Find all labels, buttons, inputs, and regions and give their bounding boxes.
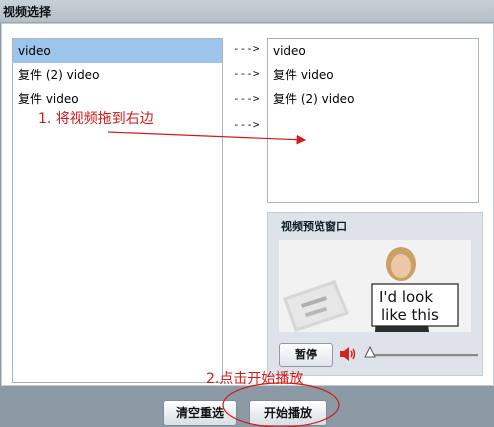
available-video-list[interactable]: video 复件 (2) video 复件 video (12, 38, 223, 383)
arrow-text: ---> (233, 67, 260, 80)
instruction-step-2: 2.点击开始播放 (206, 371, 304, 387)
volume-slider-track[interactable] (366, 354, 478, 357)
preview-title: 视频预览窗口 (281, 220, 347, 233)
list-item[interactable]: video (13, 39, 222, 63)
main-panel: video 复件 (2) video 复件 video ---> ---> --… (1, 23, 494, 386)
list-item[interactable]: 复件 video (268, 63, 478, 87)
video-preview-panel: 视频预览窗口 I'd look like this 暂停 (267, 212, 483, 376)
list-item[interactable]: video (268, 39, 478, 63)
window-title: 视频选择 (3, 5, 52, 19)
selected-video-list[interactable]: video 复件 video 复件 (2) video (267, 38, 479, 203)
instruction-step-1: 1. 将视频拖到右边 (38, 111, 154, 127)
arrow-text: ---> (233, 118, 260, 131)
sign-text-line2: like this (381, 306, 439, 324)
pause-button[interactable]: 暂停 (279, 343, 333, 367)
arrow-text: ---> (233, 92, 260, 105)
speaker-icon[interactable] (339, 346, 357, 362)
clear-reselect-button[interactable]: 清空重选 (163, 400, 237, 426)
title-bar: 视频选择 (0, 0, 494, 23)
video-frame[interactable]: I'd look like this (279, 240, 471, 332)
list-item[interactable]: 复件 (2) video (13, 63, 222, 87)
list-item[interactable]: 复件 (2) video (268, 87, 478, 111)
start-playback-button[interactable]: 开始播放 (249, 400, 327, 426)
video-thumbnail-image: I'd look like this (279, 240, 471, 332)
volume-slider-thumb[interactable] (364, 345, 376, 358)
arrow-text: ---> (233, 42, 260, 55)
sign-text-line1: I'd look (379, 288, 433, 306)
